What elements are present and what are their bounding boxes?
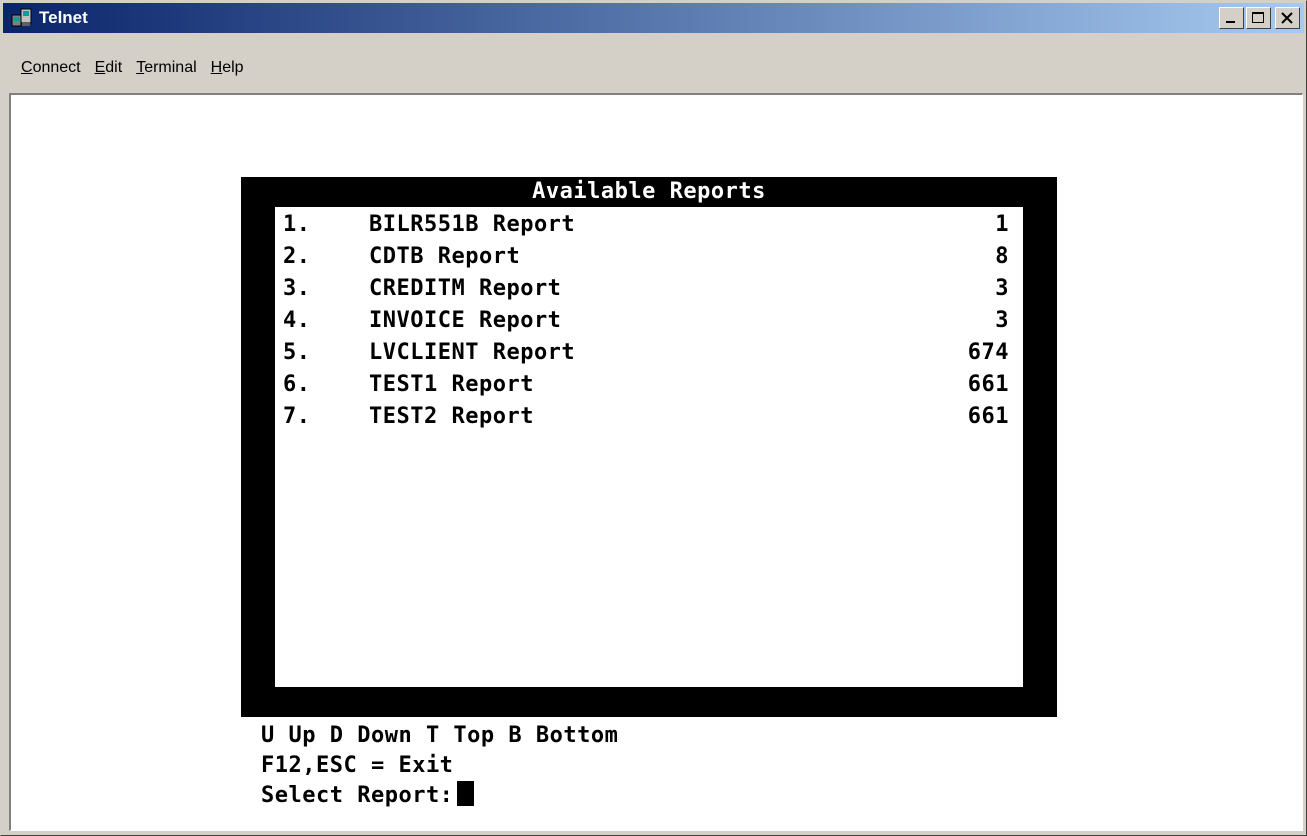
report-row[interactable]: 7. TEST2 Report 661 (275, 401, 1023, 433)
report-row[interactable]: 6. TEST1 Report 661 (275, 369, 1023, 401)
menu-connect-rest: onnect (32, 59, 81, 76)
report-row[interactable]: 3. CREDITM Report 3 (275, 273, 1023, 305)
report-number: 2. (283, 244, 311, 269)
report-name: LVCLIENT Report (369, 340, 576, 365)
title-bar[interactable]: Telnet (3, 3, 1304, 33)
report-number: 4. (283, 308, 311, 333)
menu-terminal[interactable]: Terminal (136, 57, 196, 79)
report-count: 661 (967, 404, 1009, 429)
menu-edit-rest: dit (105, 59, 123, 76)
select-report-prompt: Select Report: (261, 783, 454, 808)
telnet-app-icon[interactable] (11, 7, 33, 29)
report-list-title: Available Reports (532, 179, 766, 204)
report-number: 5. (283, 340, 311, 365)
report-row[interactable]: 2. CDTB Report 8 (275, 241, 1023, 273)
report-count: 661 (967, 372, 1009, 397)
maximize-button[interactable] (1246, 7, 1271, 29)
report-count: 8 (995, 244, 1009, 269)
menu-terminal-mnemonic: T (136, 59, 145, 76)
minimize-button[interactable] (1219, 7, 1244, 29)
report-number: 7. (283, 404, 311, 429)
maximize-icon (1252, 12, 1264, 23)
terminal-cursor[interactable] (457, 781, 475, 806)
select-report-prompt-line: Select Report: (261, 781, 475, 811)
report-count: 3 (995, 308, 1009, 333)
report-name: TEST2 Report (369, 404, 534, 429)
report-number: 3. (283, 276, 311, 301)
report-list: 1. BILR551B Report 1 2. CDTB Report 8 3. CREDIT… (275, 207, 1023, 687)
report-count: 674 (967, 340, 1009, 365)
close-button[interactable] (1275, 7, 1300, 29)
report-count: 3 (995, 276, 1009, 301)
menu-terminal-rest: erminal (144, 59, 197, 76)
menu-connect-mnemonic: C (21, 59, 33, 76)
report-name: CREDITM Report (369, 276, 562, 301)
report-row[interactable]: 4. INVOICE Report 3 (275, 305, 1023, 337)
menu-help[interactable]: Help (211, 57, 244, 79)
terminal-screen[interactable]: Available Reports 1. BILR551B Report 1 2. CD… (9, 93, 1303, 831)
report-row[interactable]: 5. LVCLIENT Report 674 (275, 337, 1023, 369)
menu-connect[interactable]: Connect (21, 57, 81, 79)
window-controls (1219, 7, 1300, 29)
menu-edit[interactable]: Edit (95, 57, 123, 79)
menu-help-rest: elp (222, 59, 244, 76)
exit-help: F12,ESC = Exit (261, 753, 454, 778)
navigation-help: U Up D Down T Top B Bottom (261, 723, 619, 748)
menu-bar: Connect Edit Terminal Help (3, 53, 1304, 83)
report-name: CDTB Report (369, 244, 521, 269)
close-icon (1281, 12, 1293, 24)
report-number: 1. (283, 212, 311, 237)
report-name: INVOICE Report (369, 308, 562, 333)
report-count: 1 (995, 212, 1009, 237)
menu-edit-mnemonic: E (94, 59, 106, 76)
minimize-icon (1226, 21, 1235, 23)
report-row[interactable]: 1. BILR551B Report 1 (275, 209, 1023, 241)
report-list-box: Available Reports 1. BILR551B Report 1 2. CD… (241, 177, 1057, 717)
window-title: Telnet (39, 8, 88, 27)
telnet-window: Telnet Connect Edit Terminal Help Availa… (0, 0, 1307, 836)
menu-help-mnemonic: H (210, 59, 223, 76)
report-number: 6. (283, 372, 311, 397)
report-name: BILR551B Report (369, 212, 576, 237)
report-name: TEST1 Report (369, 372, 534, 397)
